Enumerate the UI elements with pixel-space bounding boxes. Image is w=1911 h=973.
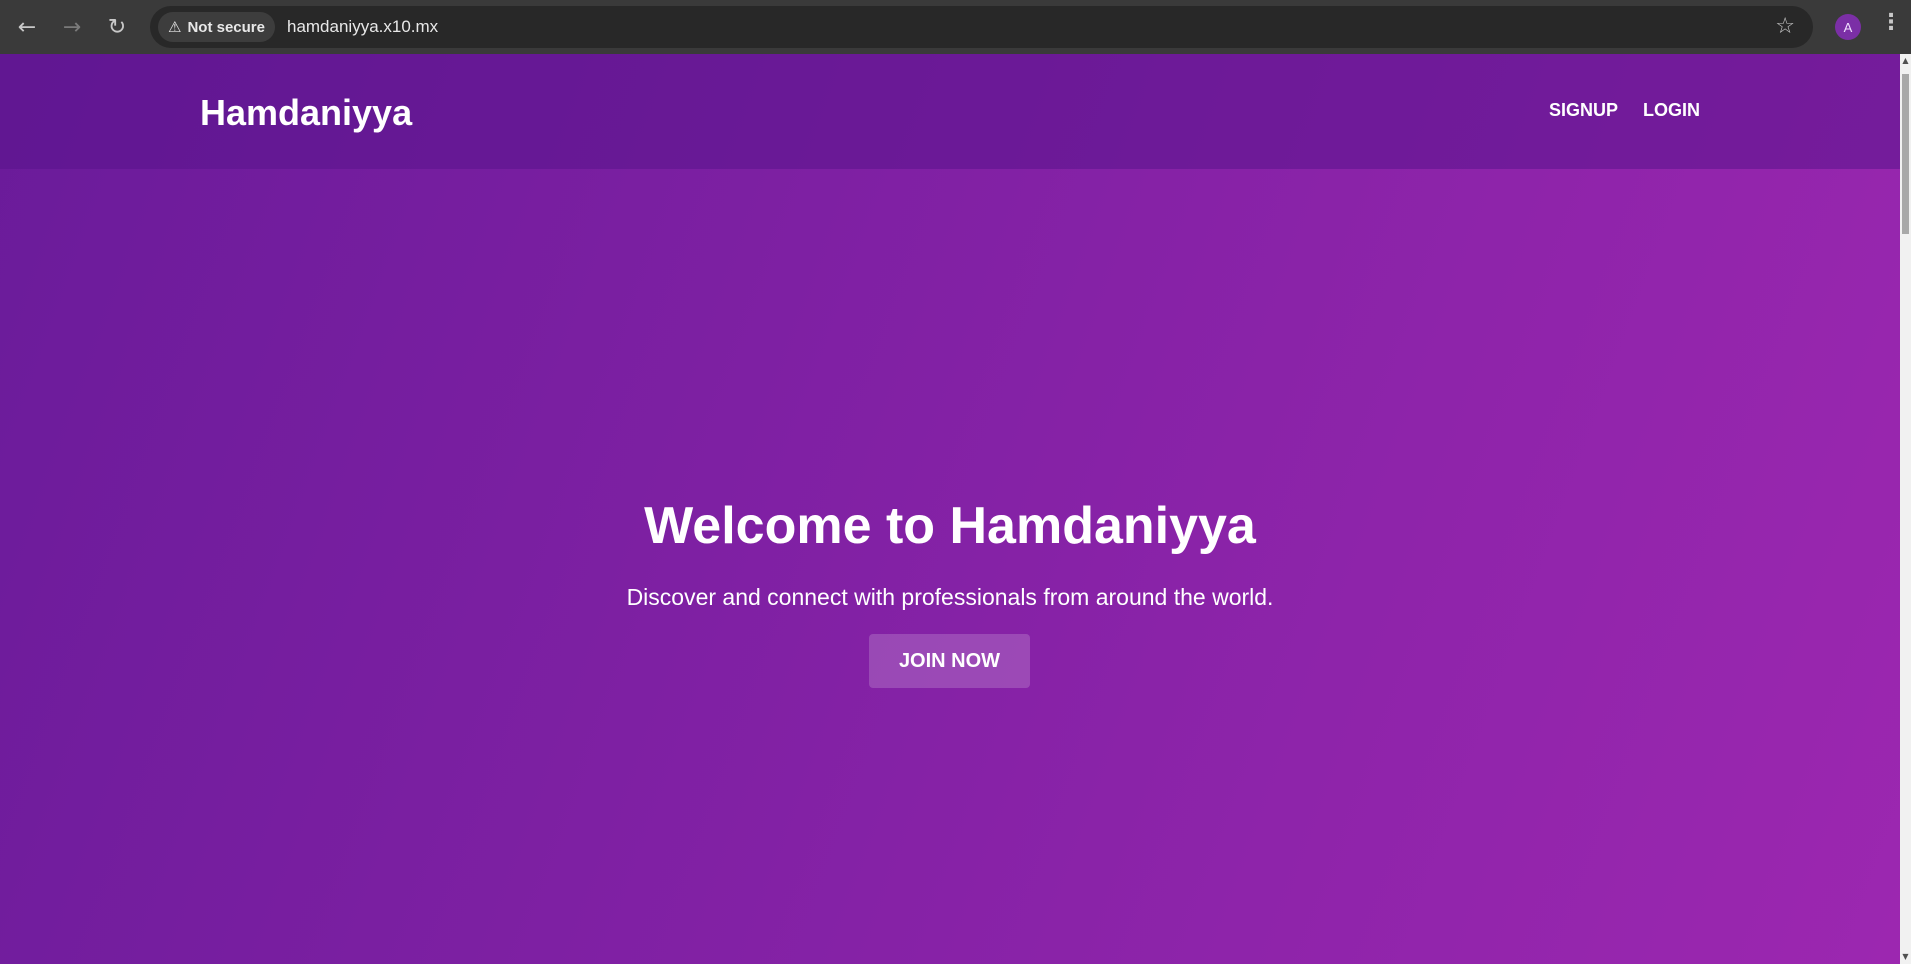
scroll-thumb[interactable] <box>1902 74 1909 234</box>
address-bar[interactable]: ⚠ Not secure hamdaniyya.x10.mx ☆ <box>150 6 1813 48</box>
reload-icon[interactable]: ↻ <box>95 5 139 49</box>
site-logo[interactable]: Hamdaniyya <box>200 92 412 134</box>
scroll-down-icon[interactable]: ▼ <box>1901 952 1910 962</box>
login-link[interactable]: LOGIN <box>1643 100 1700 121</box>
security-chip[interactable]: ⚠ Not secure <box>158 12 275 42</box>
security-label: Not secure <box>187 18 265 36</box>
site-header: Hamdaniyya SIGNUP LOGIN <box>0 54 1900 169</box>
hero-subtitle: Discover and connect with professionals … <box>626 584 1274 610</box>
scroll-up-icon[interactable]: ▲ <box>1901 56 1910 66</box>
page-bottom-strip <box>0 964 1911 973</box>
forward-icon[interactable]: → <box>50 5 94 49</box>
vertical-scrollbar[interactable]: ▲ ▼ <box>1900 54 1911 964</box>
back-icon[interactable]: ← <box>5 5 49 49</box>
hero-section: Welcome to Hamdaniyya Discover and conne… <box>0 54 1900 964</box>
join-now-button[interactable]: JOIN NOW <box>869 634 1030 688</box>
hero-title: Welcome to Hamdaniyya <box>644 497 1256 555</box>
browser-toolbar: ← → ↻ ⚠ Not secure hamdaniyya.x10.mx ☆ A… <box>0 0 1911 54</box>
warning-icon: ⚠ <box>168 18 182 36</box>
header-nav: SIGNUP LOGIN <box>1524 100 1700 121</box>
page-viewport: Welcome to Hamdaniyya Discover and conne… <box>0 54 1900 964</box>
signup-link[interactable]: SIGNUP <box>1549 100 1618 121</box>
profile-avatar[interactable]: A <box>1835 14 1861 40</box>
browser-menu-icon[interactable]: ⋮ <box>1880 10 1902 35</box>
url-text[interactable]: hamdaniyya.x10.mx <box>287 17 438 37</box>
bookmark-star-icon[interactable]: ☆ <box>1775 14 1795 39</box>
